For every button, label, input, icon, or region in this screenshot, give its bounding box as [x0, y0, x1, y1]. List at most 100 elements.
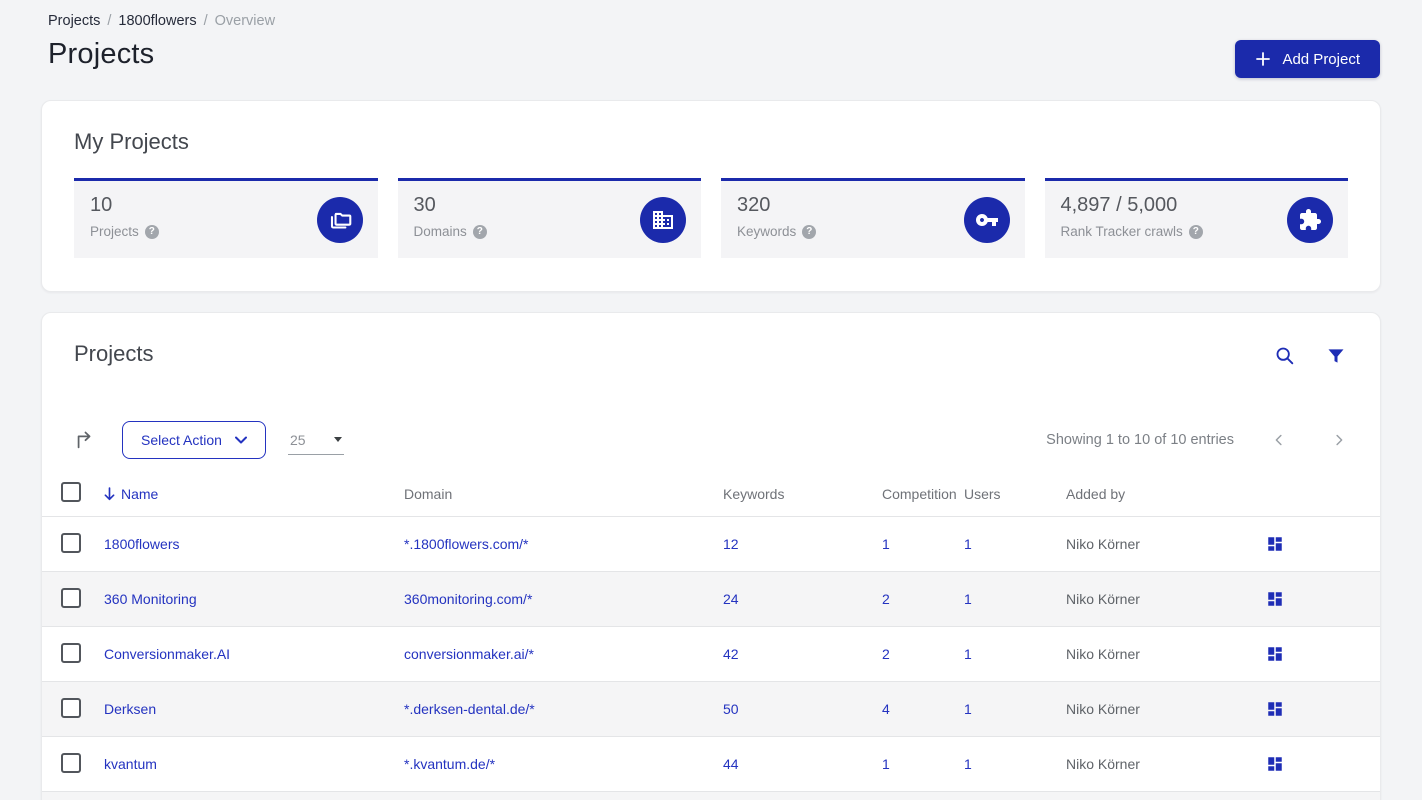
project-domain-link[interactable]: *.kvantum.de/*: [404, 756, 723, 772]
stats-row: 10 Projects 30 Domains 320: [74, 178, 1348, 258]
table-row: kvantum *.kvantum.de/* 44 1 1 Niko Körne…: [42, 737, 1380, 792]
stat-domains: 30 Domains: [397, 178, 701, 258]
caret-down-icon: [333, 437, 342, 442]
project-name-link[interactable]: Derksen: [104, 701, 404, 717]
add-project-label: Add Project: [1282, 50, 1360, 68]
added-by-value: Niko Körner: [1066, 756, 1140, 772]
page-size-select[interactable]: 25: [287, 426, 344, 455]
column-header-added-by[interactable]: Added by: [1066, 486, 1266, 502]
help-icon[interactable]: [1188, 224, 1203, 239]
stat-domains-label: Domains: [413, 224, 467, 239]
search-icon[interactable]: [1274, 345, 1296, 367]
project-keywords-link[interactable]: 24: [723, 591, 882, 607]
projects-table: Name Domain Keywords Competition Users A…: [42, 471, 1380, 800]
table-row: 1800flowers *.1800flowers.com/* 12 1 1 N…: [42, 517, 1380, 572]
stat-keywords-label: Keywords: [737, 224, 797, 239]
project-keywords-link[interactable]: 42: [723, 646, 882, 662]
added-by-value: Niko Körner: [1066, 536, 1140, 552]
project-domain-link[interactable]: 360monitoring.com/*: [404, 591, 723, 607]
dashboard-icon[interactable]: [1266, 645, 1284, 663]
project-users-link[interactable]: 1: [964, 591, 1066, 607]
table-row: Derksen *.derksen-dental.de/* 50 4 1 Nik…: [42, 682, 1380, 737]
stat-crawls: 4,897 / 5,000 Rank Tracker crawls: [1044, 178, 1348, 258]
table-row: Conversionmaker.AI conversionmaker.ai/* …: [42, 627, 1380, 682]
project-competition-link[interactable]: 1: [882, 756, 964, 772]
project-competition-link[interactable]: 4: [882, 701, 964, 717]
select-action-dropdown[interactable]: Select Action: [122, 421, 266, 459]
help-icon[interactable]: [802, 224, 817, 239]
added-by-value: Niko Körner: [1066, 701, 1140, 717]
breadcrumb-separator: /: [203, 13, 208, 29]
filter-icon[interactable]: [1326, 346, 1346, 366]
project-competition-link[interactable]: 1: [882, 536, 964, 552]
pagination-prev-icon[interactable]: [1270, 431, 1288, 449]
my-projects-title: My Projects: [74, 129, 189, 154]
project-name-link[interactable]: 1800flowers: [104, 536, 404, 552]
stat-projects-label: Projects: [90, 224, 139, 239]
dashboard-icon[interactable]: [1266, 590, 1284, 608]
column-header-domain[interactable]: Domain: [404, 486, 723, 502]
select-all-checkbox[interactable]: [61, 482, 81, 502]
help-icon[interactable]: [144, 224, 159, 239]
breadcrumb-separator: /: [107, 13, 112, 29]
column-header-users[interactable]: Users: [964, 486, 1066, 502]
project-domain-link[interactable]: *.derksen-dental.de/*: [404, 701, 723, 717]
project-domain-link[interactable]: conversionmaker.ai/*: [404, 646, 723, 662]
projects-table-card: Projects Select Action 25 Showing 1 to 1…: [41, 312, 1381, 800]
project-users-link[interactable]: 1: [964, 536, 1066, 552]
row-checkbox[interactable]: [61, 642, 81, 663]
domains-icon: [640, 196, 686, 243]
column-header-name[interactable]: Name: [104, 486, 404, 502]
add-project-button[interactable]: Add Project: [1235, 40, 1380, 78]
table-row: 360 Monitoring 360monitoring.com/* 24 2 …: [42, 572, 1380, 627]
column-header-keywords[interactable]: Keywords: [723, 486, 882, 502]
breadcrumb: Projects / 1800flowers / Overview: [48, 13, 275, 29]
project-users-link[interactable]: 1: [964, 646, 1066, 662]
plus-icon: [1255, 51, 1271, 67]
breadcrumb-1800flowers[interactable]: 1800flowers: [118, 13, 196, 29]
keywords-icon: [963, 196, 1010, 243]
project-keywords-link[interactable]: 50: [723, 701, 882, 717]
help-icon[interactable]: [472, 224, 487, 239]
row-checkbox[interactable]: [61, 532, 81, 553]
select-action-label: Select Action: [141, 432, 222, 448]
stat-keywords: 320 Keywords: [721, 178, 1025, 258]
added-by-value: Niko Körner: [1066, 646, 1140, 662]
projects-table-title: Projects: [74, 341, 154, 366]
stat-crawls-label: Rank Tracker crawls: [1060, 224, 1183, 239]
column-header-competition[interactable]: Competition: [882, 486, 964, 502]
project-competition-link[interactable]: 2: [882, 591, 964, 607]
project-domain-link[interactable]: *.1800flowers.com/*: [404, 536, 723, 552]
project-users-link[interactable]: 1: [964, 756, 1066, 772]
project-users-link[interactable]: 1: [964, 701, 1066, 717]
project-keywords-link[interactable]: 44: [723, 756, 882, 772]
pagination-next-icon[interactable]: [1330, 431, 1348, 449]
showing-entries-text: Showing 1 to 10 of 10 entries: [1046, 432, 1234, 448]
added-by-value: Niko Körner: [1066, 591, 1140, 607]
project-keywords-link[interactable]: 12: [723, 536, 882, 552]
projects-icon: [316, 196, 363, 243]
row-checkbox[interactable]: [61, 587, 81, 608]
dashboard-icon[interactable]: [1266, 700, 1284, 718]
crawls-icon: [1287, 196, 1333, 243]
page-size-value: 25: [289, 431, 306, 448]
dashboard-icon[interactable]: [1266, 535, 1284, 553]
sort-descending-icon: [104, 486, 115, 501]
project-name-link[interactable]: kvantum: [104, 756, 404, 772]
table-header-row: Name Domain Keywords Competition Users A…: [42, 471, 1380, 517]
chevron-down-icon: [234, 436, 247, 444]
export-icon[interactable]: [74, 429, 96, 451]
page-title: Projects: [48, 38, 155, 70]
row-checkbox[interactable]: [61, 752, 81, 773]
my-projects-card: My Projects 10 Projects 30 Domains: [41, 100, 1381, 292]
table-row: [42, 792, 1380, 800]
project-name-link[interactable]: Conversionmaker.AI: [104, 646, 404, 662]
stat-projects: 10 Projects: [74, 178, 378, 258]
project-competition-link[interactable]: 2: [882, 646, 964, 662]
row-checkbox[interactable]: [61, 697, 81, 718]
table-controls: Select Action 25 Showing 1 to 10 of 10 e…: [74, 421, 1348, 459]
project-name-link[interactable]: 360 Monitoring: [104, 591, 404, 607]
breadcrumb-projects[interactable]: Projects: [48, 13, 100, 29]
dashboard-icon[interactable]: [1266, 755, 1284, 773]
breadcrumb-overview: Overview: [214, 13, 276, 29]
